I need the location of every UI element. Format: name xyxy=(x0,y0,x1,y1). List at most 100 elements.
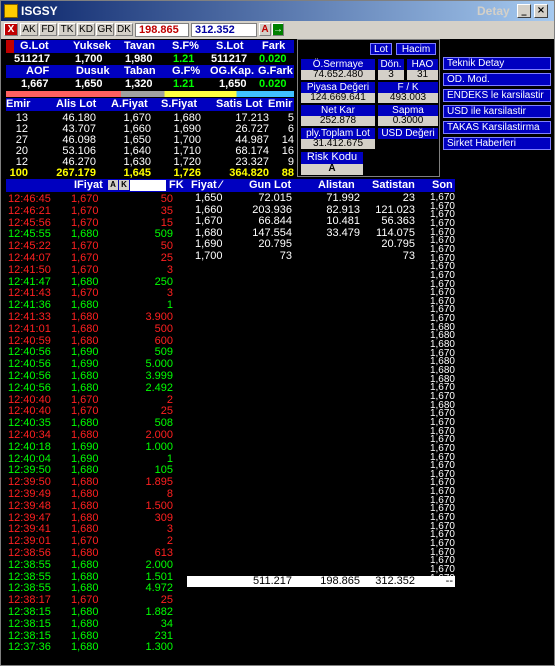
ak-button[interactable]: AK xyxy=(20,23,38,36)
trade-price: 1,680 xyxy=(71,499,99,512)
takas-karsilastirma-button[interactable]: TAKAS Karsilastirma xyxy=(443,121,551,134)
minimize-button[interactable]: _ xyxy=(517,4,531,18)
ifiyat-header: IFiyat xyxy=(74,179,103,191)
dk-button[interactable]: DK xyxy=(115,23,133,36)
trade-price: 1,680 xyxy=(71,299,99,312)
trade-time: 12:38:15 xyxy=(8,606,51,618)
trade-lot: 3.900 xyxy=(145,311,173,323)
sf-label: S.F% xyxy=(172,40,199,52)
sirket-haberleri-button[interactable]: Sirket Haberleri xyxy=(443,137,551,150)
trade-time: 12:41:01 xyxy=(8,322,51,335)
trade-price: 1,680 xyxy=(71,476,99,489)
trade-time: 12:40:04 xyxy=(8,452,51,465)
trade-price: 1,690 xyxy=(71,358,99,371)
kd-button[interactable]: KD xyxy=(77,23,95,36)
trade-time: 12:39:48 xyxy=(8,499,51,512)
hao-value: 31 xyxy=(407,70,438,80)
yuksek-label: Yuksek xyxy=(73,40,111,52)
depth-cell: 10.481 xyxy=(326,215,360,227)
trade-price: 1,680 xyxy=(71,275,99,288)
fark-label: Fark xyxy=(262,40,286,52)
trade-lot: 3 xyxy=(166,523,173,536)
trade-price: 1,680 xyxy=(71,370,99,382)
trade-lot: 1 xyxy=(166,452,173,465)
s-fiyat-header: S.Fiyat xyxy=(161,98,198,110)
window-title: ISGSY xyxy=(21,4,58,18)
depth-cell: 1,700 xyxy=(195,249,223,262)
usd-karsilastir-button[interactable]: USD ile karsilastir xyxy=(443,105,551,118)
teknik-detay-button[interactable]: Teknik Detay xyxy=(443,57,551,70)
title-bar[interactable]: ISGSY Detay _ × xyxy=(1,1,554,21)
trade-time: 12:41:33 xyxy=(8,311,51,323)
trade-lot: 250 xyxy=(154,275,173,288)
app-icon xyxy=(4,4,18,18)
stock-window: ISGSY Detay _ × X AK FD TK KD GR DK 198.… xyxy=(0,0,555,666)
depth-cell: 1,690 xyxy=(195,238,223,250)
gfark-value: 0.020 xyxy=(259,78,287,90)
trade-lot: 15 xyxy=(160,216,173,229)
trade-time: 12:38:55 xyxy=(8,570,51,583)
trade-price: 1,680 xyxy=(71,311,99,323)
hacim-toggle-button[interactable]: Hacim xyxy=(396,43,436,55)
trade-lot: 2.492 xyxy=(145,381,173,394)
usd-degeri-button[interactable]: USD Değeri xyxy=(378,128,438,139)
taban-value: 1,320 xyxy=(125,78,153,90)
a-button[interactable]: A xyxy=(259,23,271,36)
price-field[interactable]: 312.352 xyxy=(191,23,257,37)
gr-button[interactable]: GR xyxy=(96,23,114,36)
trade-price: 1,680 xyxy=(71,629,99,642)
slot-label: S.Lot xyxy=(216,40,244,52)
trade-price: 1,670 xyxy=(71,204,99,217)
trade-lot: 8 xyxy=(166,488,173,500)
trade-price: 1,670 xyxy=(71,405,99,418)
aof-label: AOF xyxy=(26,65,50,77)
trade-price: 1,680 xyxy=(71,582,99,595)
close-x-button[interactable]: X xyxy=(4,23,18,36)
o-sermaye-value: 74.652.480 xyxy=(301,70,375,80)
fd-button[interactable]: FD xyxy=(39,23,57,36)
trade-price: 1,680 xyxy=(71,417,99,430)
trade-price: 1,680 xyxy=(71,570,99,583)
trade-time: 12:46:21 xyxy=(8,204,51,217)
depth-cell: 23 xyxy=(402,192,415,204)
total-son: -- xyxy=(445,575,453,587)
trade-time: 12:46:45 xyxy=(8,193,51,205)
tk-button[interactable]: TK xyxy=(58,23,76,36)
trade-price: 1,670 xyxy=(71,393,99,406)
lot-toggle-button[interactable]: Lot xyxy=(370,43,392,55)
gun-lot-header: Gun Lot xyxy=(249,179,292,191)
depth-cell: 114.075 xyxy=(376,226,415,239)
trade-time: 12:40:56 xyxy=(8,381,51,394)
trade-lot: 3 xyxy=(166,263,173,276)
orderbook-total-cell: 100 xyxy=(9,167,28,179)
depth-cell: 20.795 xyxy=(258,238,292,250)
sort-k-button[interactable]: K xyxy=(119,180,129,190)
trade-price: 1,680 xyxy=(71,511,99,524)
trade-lot: 613 xyxy=(154,547,173,559)
trade-lot: 2.000 xyxy=(145,558,173,571)
sort-a-button[interactable]: A xyxy=(108,180,118,190)
trade-price: 1,670 xyxy=(71,287,99,300)
od-mod-button[interactable]: OD. Mod. xyxy=(443,73,551,86)
endeks-karsilastir-button[interactable]: ENDEKS le karsilastir xyxy=(443,89,551,102)
filter-input[interactable] xyxy=(130,180,166,191)
arrow-right-icon[interactable]: → xyxy=(272,23,284,36)
depth-cell: 72.015 xyxy=(258,192,292,204)
trade-lot: 1.501 xyxy=(145,570,173,583)
depth-cell: 121.023 xyxy=(375,203,415,216)
lot-field[interactable]: 198.865 xyxy=(135,23,189,37)
depth-cell: 147.554 xyxy=(252,226,292,239)
trade-price: 1,680 xyxy=(71,429,99,441)
depth-cell: 1,660 xyxy=(195,203,223,216)
fiyat-header: Fiyat ⁄ xyxy=(191,179,222,191)
depth-cell: 73 xyxy=(402,249,415,262)
dusuk-value: 1,650 xyxy=(75,78,103,90)
trade-lot: 508 xyxy=(154,417,173,430)
depth-header: Fiyat ⁄ Gun Lot Alistan Satistan Son xyxy=(187,179,455,192)
trade-time: 12:40:18 xyxy=(8,440,51,453)
close-button[interactable]: × xyxy=(534,4,548,18)
trade-lot: 1.500 xyxy=(145,499,173,512)
risk-kodu-value: A xyxy=(301,164,363,175)
trade-lot: 600 xyxy=(154,334,173,347)
ogkap-value: 1,650 xyxy=(219,78,247,90)
